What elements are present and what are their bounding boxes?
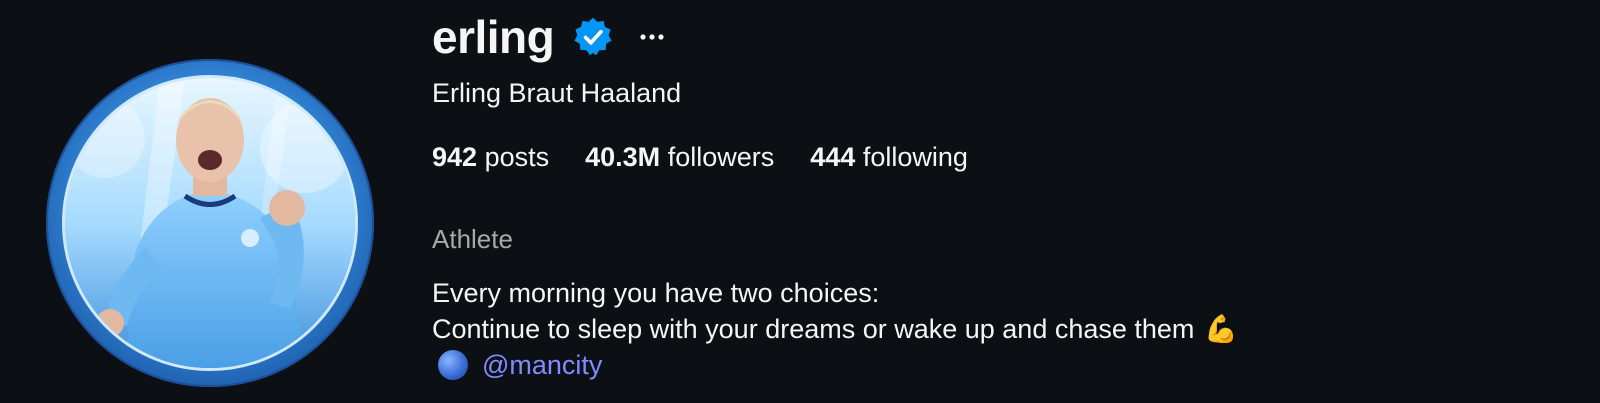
profile-bio: Every morning you have two choices: Cont… xyxy=(432,275,1238,383)
following-count: 444 xyxy=(810,142,856,172)
profile-category: Athlete xyxy=(432,224,513,254)
followers-stat[interactable]: 40.3M followers xyxy=(585,142,774,173)
verified-badge-icon xyxy=(574,17,612,56)
followers-label: followers xyxy=(667,142,775,172)
posts-count: 942 xyxy=(432,142,478,172)
profile-stats: 942 posts 40.3M followers 444 following xyxy=(432,142,968,173)
more-options-icon[interactable] xyxy=(632,17,672,57)
following-label: following xyxy=(862,142,968,172)
bio-mention-row: @mancity xyxy=(432,347,1238,383)
following-stat[interactable]: 444 following xyxy=(810,142,968,173)
bio-line-2: Continue to sleep with your dreams or wa… xyxy=(432,311,1238,347)
username-row: erling xyxy=(432,8,672,66)
mention-link[interactable]: @mancity xyxy=(482,347,602,383)
blue-circle-emoji-icon xyxy=(438,350,468,380)
posts-label: posts xyxy=(484,142,550,172)
bio-line-2-text: Continue to sleep with your dreams or wa… xyxy=(432,314,1195,344)
profile-header: erling Erling Braut Haaland 942 posts 40… xyxy=(0,0,1600,403)
posts-stat[interactable]: 942 posts xyxy=(432,142,549,173)
flexed-biceps-emoji-icon: 💪 xyxy=(1204,314,1239,344)
bio-line-1: Every morning you have two choices: xyxy=(432,278,880,308)
profile-avatar[interactable] xyxy=(46,59,374,387)
username: erling xyxy=(432,11,555,63)
avatar-image xyxy=(62,75,358,371)
full-name: Erling Braut Haaland xyxy=(432,78,682,108)
followers-count: 40.3M xyxy=(585,142,661,172)
